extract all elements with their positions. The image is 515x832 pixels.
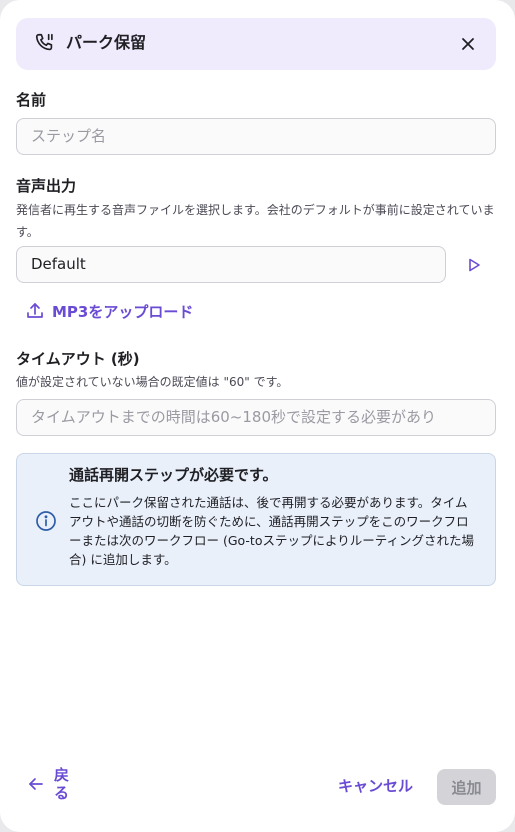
audio-output-label: 音声出力 (16, 177, 77, 195)
close-icon (462, 38, 474, 50)
timeout-label: タイムアウト (秒) (16, 350, 140, 368)
step-name-input[interactable]: ステップ名 (16, 118, 496, 155)
info-title: 通話再開ステップが必要です。 (69, 466, 278, 484)
timeout-input[interactable]: タイムアウトまでの時間は60~180秒で設定する必要があり (16, 399, 496, 436)
info-icon (36, 511, 56, 531)
info-body: ここにパーク保留された通話は、後で再開する必要があります。タイムアウトや通話の切… (69, 495, 474, 567)
name-label: 名前 (16, 91, 47, 109)
audio-select[interactable]: Default (16, 246, 446, 283)
back-label: 戻る (54, 766, 70, 802)
timeout-help: 値が設定されていない場合の既定値は "60" です。 (16, 375, 289, 389)
audio-output-help: 発信者に再生する音声ファイルを選択します。会社のデフォルトが事前に設定されていま… (16, 203, 495, 239)
add-button[interactable]: 追加 (437, 769, 496, 805)
upload-mp3-button[interactable]: MP3をアップロード (26, 299, 193, 323)
back-button[interactable]: 戻る (28, 766, 72, 802)
park-hold-panel: パーク保留 名前 ステップ名 音声出力 発信者に再生する音声ファイルを選択します… (0, 0, 515, 832)
upload-mp3-label: MP3をアップロード (52, 302, 194, 321)
arrow-left-icon (29, 778, 43, 790)
phone-hold-icon (35, 33, 53, 51)
panel-title: パーク保留 (66, 33, 147, 52)
close-button[interactable] (458, 34, 478, 54)
info-callout: 通話再開ステップが必要です。 ここにパーク保留された通話は、後で再開する必要があ… (16, 453, 496, 586)
upload-icon (27, 303, 43, 318)
cancel-button[interactable]: キャンセル (338, 775, 413, 797)
panel-header: パーク保留 (16, 18, 496, 70)
play-icon[interactable] (466, 257, 482, 273)
